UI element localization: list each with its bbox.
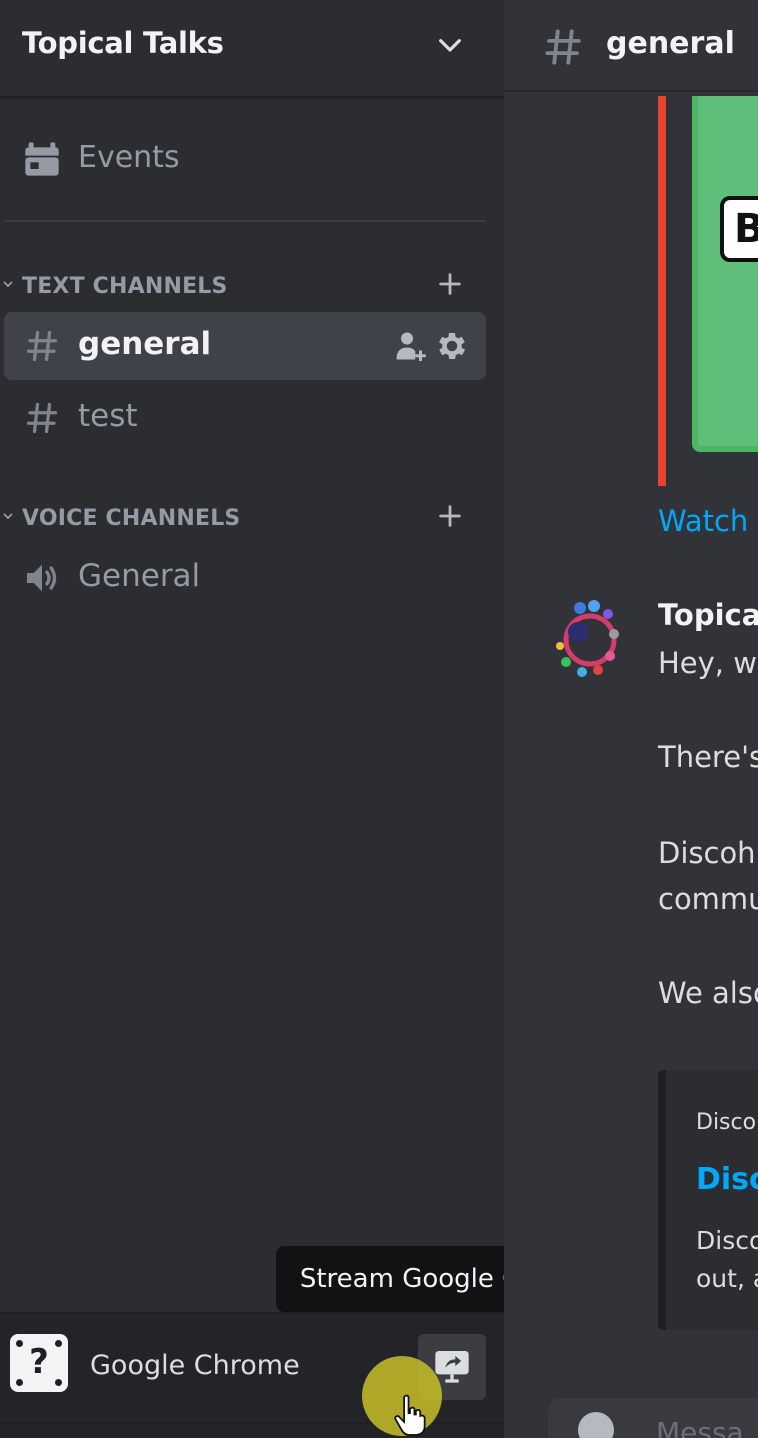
channel-test[interactable]: test	[4, 384, 486, 452]
category-label: TEXT CHANNELS	[22, 274, 228, 299]
channel-name: test	[78, 398, 138, 434]
channel-title: general	[606, 26, 735, 61]
speaker-icon	[27, 564, 57, 592]
chevron-down-icon	[3, 513, 13, 520]
server-name: Topical Talks	[22, 26, 224, 60]
avatar[interactable]	[552, 598, 622, 680]
thumbnail-card: B	[720, 196, 758, 262]
message-line: There's	[658, 740, 758, 774]
embed-description: out, a	[696, 1264, 758, 1293]
sidebar-divider	[4, 220, 486, 222]
channel-name: general	[78, 326, 212, 362]
embed-accent-bar	[658, 96, 666, 486]
category-label: VOICE CHANNELS	[22, 506, 241, 531]
activity-app-name: Google Chrome	[90, 1350, 300, 1381]
channel-header: general	[504, 0, 758, 92]
chevron-down-icon[interactable]	[434, 30, 466, 62]
message-line: commu	[658, 882, 758, 916]
chat-area: general B Watch Topical Hey, we There's …	[504, 0, 758, 1438]
add-channel-icon[interactable]	[436, 270, 464, 298]
create-invite-icon[interactable]	[392, 328, 428, 364]
channel-sidebar: Topical Talks Events TEXT CHANNELS gener…	[0, 0, 504, 1438]
message-input-placeholder: Messa	[656, 1416, 744, 1438]
link-embed: Discor Disc Disco out, a	[658, 1070, 758, 1330]
add-channel-icon[interactable]	[436, 502, 464, 530]
hash-icon	[26, 402, 58, 434]
events-label: Events	[78, 140, 180, 175]
server-header[interactable]: Topical Talks	[0, 0, 504, 98]
embed-title-link[interactable]: Disc	[696, 1162, 758, 1197]
category-voice-channels[interactable]: VOICE CHANNELS	[0, 500, 490, 540]
thumbnail-letter: B	[734, 206, 758, 252]
unknown-game-icon: ?	[10, 1334, 68, 1392]
events-item[interactable]: Events	[4, 124, 486, 194]
chevron-down-icon	[3, 281, 13, 288]
voice-channel-general[interactable]: General	[4, 544, 486, 612]
category-text-channels[interactable]: TEXT CHANNELS	[0, 268, 490, 308]
calendar-icon	[25, 142, 59, 176]
hand-cursor-icon	[394, 1394, 426, 1436]
message-author[interactable]: Topical	[658, 598, 758, 632]
watch-link[interactable]: Watch	[658, 504, 748, 538]
gear-icon[interactable]	[434, 328, 470, 364]
channel-general[interactable]: general	[4, 312, 486, 380]
message-line: Discoh	[658, 836, 756, 870]
channel-name: General	[78, 558, 201, 594]
embed-description: Disco	[696, 1226, 758, 1255]
hash-icon	[545, 29, 581, 65]
add-attachment-icon[interactable]	[578, 1412, 614, 1438]
hash-icon	[26, 330, 58, 362]
message-line: We also	[658, 976, 758, 1010]
video-thumbnail[interactable]: B	[692, 96, 758, 452]
embed-provider: Discor	[696, 1110, 758, 1135]
message-composer[interactable]: Messa	[548, 1398, 758, 1438]
message-line: Hey, we	[658, 646, 758, 680]
